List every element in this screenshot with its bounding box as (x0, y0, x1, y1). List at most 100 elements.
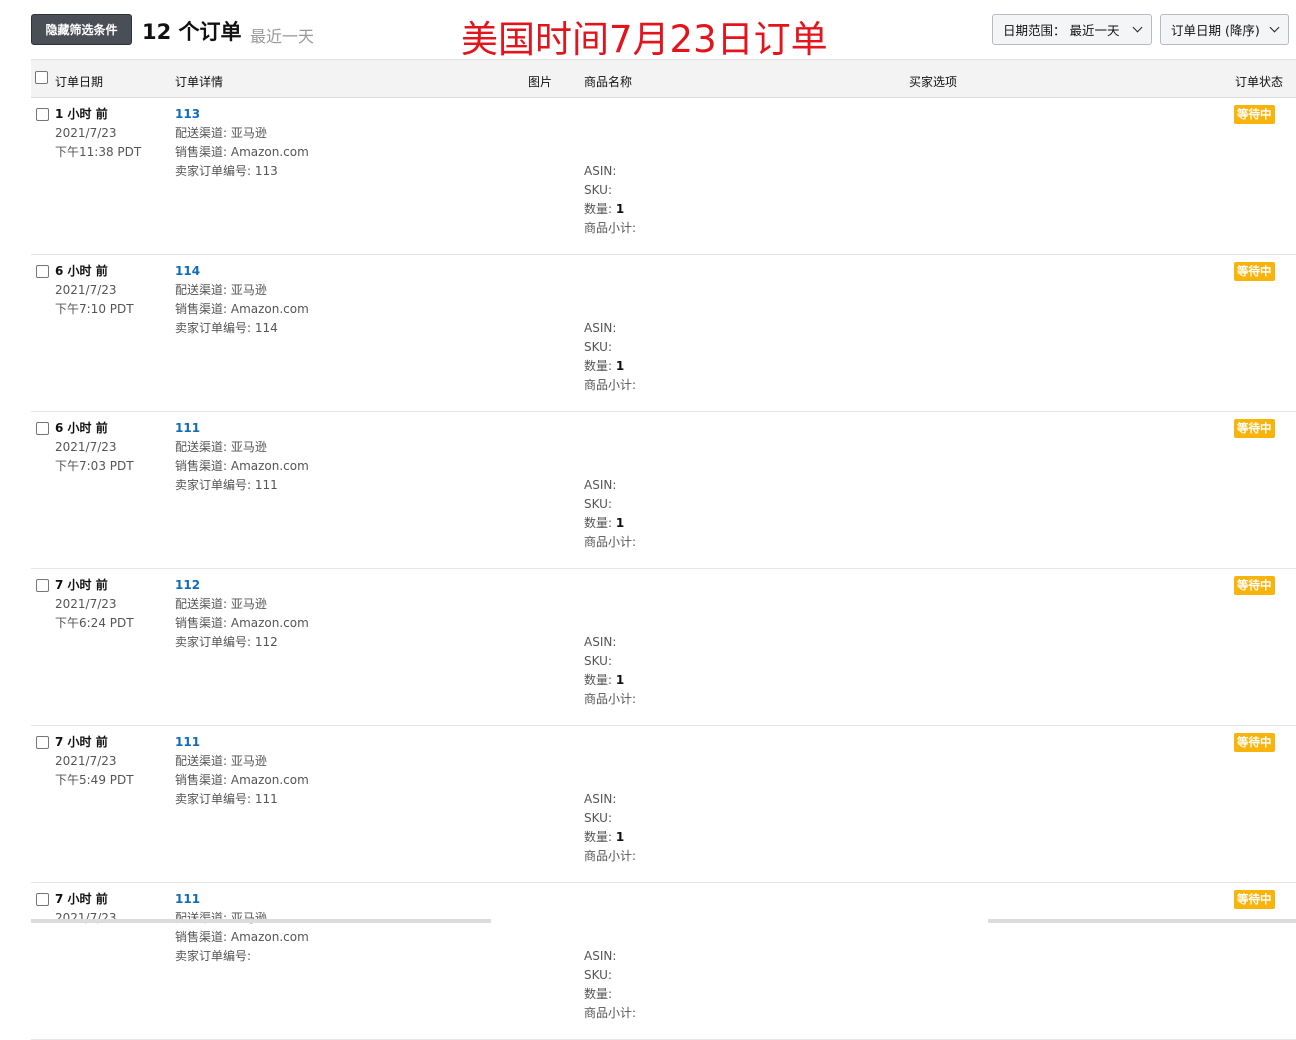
sales-channel: 销售渠道: Amazon.com (175, 145, 309, 159)
quantity-line: 数量: 1 (584, 357, 624, 376)
quantity-value: 1 (615, 359, 625, 373)
column-header-image: 图片 (528, 75, 553, 89)
seller-order-number: 卖家订单编号: 112 (175, 633, 278, 652)
sku-label: SKU: (584, 183, 612, 197)
sales-channel: 销售渠道: Amazon.com (175, 930, 309, 944)
fulfillment-channel: 配送渠道: 亚马逊 (175, 597, 267, 611)
row-checkbox[interactable] (36, 736, 49, 749)
order-id-link[interactable]: 111 (175, 419, 200, 438)
order-id-link[interactable]: 114 (175, 262, 200, 281)
sales-channel: 销售渠道: Amazon.com (175, 302, 309, 316)
sku-label: SKU: (584, 654, 612, 668)
order-time: 下午7:03 PDT (55, 459, 134, 473)
row-checkbox[interactable] (36, 579, 49, 592)
quantity-label: 数量: (584, 359, 613, 373)
hide-filters-button[interactable]: 隐藏筛选条件 (31, 14, 132, 45)
fulfillment-channel: 配送渠道: 亚马逊 (175, 283, 267, 297)
status-badge: 等待中 (1234, 262, 1275, 281)
row-checkbox[interactable] (36, 893, 49, 906)
order-id-link[interactable]: 111 (175, 890, 200, 909)
order-date: 2021/7/23 (55, 754, 117, 768)
quantity-line: 数量: 1 (584, 828, 624, 847)
date-range-label: 日期范围： 最近一天 (1003, 23, 1120, 38)
quantity-value: 1 (615, 830, 625, 844)
sales-channel: 销售渠道: Amazon.com (175, 616, 309, 630)
quantity-label: 数量: (584, 673, 613, 687)
quantity-value: 1 (615, 673, 625, 687)
order-time: 下午6:24 PDT (55, 616, 134, 630)
seller-order-number: 卖家订单编号: 111 (175, 790, 278, 809)
order-id-link[interactable]: 111 (175, 733, 200, 752)
status-badge: 等待中 (1234, 733, 1275, 752)
seller-order-label: 卖家订单编号: (175, 635, 255, 649)
asin-label: ASIN: (584, 635, 617, 649)
order-age: 7 小时 前 (55, 892, 108, 906)
order-age: 7 小时 前 (55, 578, 108, 592)
select-all-checkbox[interactable] (35, 71, 48, 84)
quantity-label: 数量: (584, 516, 613, 530)
row-checkbox[interactable] (36, 265, 49, 278)
quantity-line: 数量: 1 (584, 671, 624, 690)
sku-label: SKU: (584, 811, 612, 825)
seller-order-value: 111 (254, 478, 278, 492)
seller-order-label: 卖家订单编号: (175, 164, 255, 178)
status-badge: 等待中 (1234, 419, 1275, 438)
asin-label: ASIN: (584, 792, 617, 806)
scrollbar-track[interactable] (988, 919, 1296, 923)
seller-order-value: 111 (254, 792, 278, 806)
status-badge: 等待中 (1234, 105, 1275, 124)
table-row: 7 小时 前 2021/7/23 下午6:24 PDT 112 配送渠道: 亚马逊 销售渠… (31, 569, 1296, 726)
order-list: 1 小时 前 2021/7/23 下午11:38 PDT 113 配送渠道: 亚马逊 销售… (31, 98, 1296, 1040)
quantity-label: 数量: (584, 202, 613, 216)
sort-label: 订单日期 (降序) (1171, 23, 1260, 38)
seller-order-label: 卖家订单编号: (175, 949, 252, 963)
subtotal-label: 商品小计: (584, 692, 637, 706)
order-age: 7 小时 前 (55, 735, 108, 749)
column-header-buyer-options: 买家选项 (909, 75, 958, 89)
subtotal-label: 商品小计: (584, 535, 637, 549)
order-time: 下午11:38 PDT (55, 145, 142, 159)
status-badge: 等待中 (1234, 890, 1275, 909)
order-age: 1 小时 前 (55, 107, 108, 121)
annotation-text: 美国时间7月23日订单 (461, 18, 828, 61)
date-range-dropdown[interactable]: 日期范围： 最近一天 (992, 14, 1152, 45)
order-count: 12 个订单 (142, 20, 242, 44)
status-badge: 等待中 (1234, 576, 1275, 595)
column-header-order-details: 订单详情 (175, 75, 224, 89)
sort-dropdown[interactable]: 订单日期 (降序) (1160, 14, 1289, 45)
table-row: 7 小时 前 2021/7/23 下午5:49 PDT 111 配送渠道: 亚马逊 销售渠… (31, 726, 1296, 883)
order-id-link[interactable]: 112 (175, 576, 200, 595)
row-checkbox[interactable] (36, 422, 49, 435)
seller-order-label: 卖家订单编号: (175, 321, 255, 335)
asin-label: ASIN: (584, 164, 617, 178)
seller-order-number: 卖家订单编号: 114 (175, 319, 278, 338)
order-age: 6 小时 前 (55, 421, 108, 435)
order-date: 2021/7/23 (55, 126, 117, 140)
fulfillment-channel: 配送渠道: 亚马逊 (175, 126, 267, 140)
sku-label: SKU: (584, 497, 612, 511)
order-id-link[interactable]: 113 (175, 105, 200, 124)
quantity-line: 数量: 1 (584, 514, 624, 533)
asin-label: ASIN: (584, 321, 617, 335)
quantity-value: 1 (615, 516, 625, 530)
table-row: 6 小时 前 2021/7/23 下午7:10 PDT 114 配送渠道: 亚马逊 销售渠… (31, 255, 1296, 412)
column-header-product-name: 商品名称 (584, 75, 633, 89)
column-header-order-status[interactable]: 订单状态 (1235, 73, 1283, 90)
column-header-order-date[interactable]: 订单日期 (55, 73, 103, 90)
quantity-value: 1 (615, 202, 625, 216)
row-checkbox[interactable] (36, 108, 49, 121)
seller-order-value: 112 (254, 635, 278, 649)
table-row: 1 小时 前 2021/7/23 下午11:38 PDT 113 配送渠道: 亚马逊销售… (31, 98, 1296, 255)
order-range-text: 最近一天 (250, 27, 315, 46)
scrollbar-track[interactable] (31, 919, 491, 923)
chevron-down-icon (1132, 22, 1143, 33)
seller-order-number: 卖家订单编号: (175, 947, 251, 966)
quantity-line: 数量: (584, 985, 612, 1004)
asin-label: ASIN: (584, 949, 617, 963)
seller-order-value: 113 (254, 164, 278, 178)
sales-channel: 销售渠道: Amazon.com (175, 773, 309, 787)
sales-channel: 销售渠道: Amazon.com (175, 459, 309, 473)
quantity-label: 数量: (584, 987, 613, 1001)
quantity-line: 数量: 1 (584, 200, 624, 219)
table-header: 订单日期 订单详情 图片 商品名称 买家选项 订单状态 (31, 59, 1296, 98)
